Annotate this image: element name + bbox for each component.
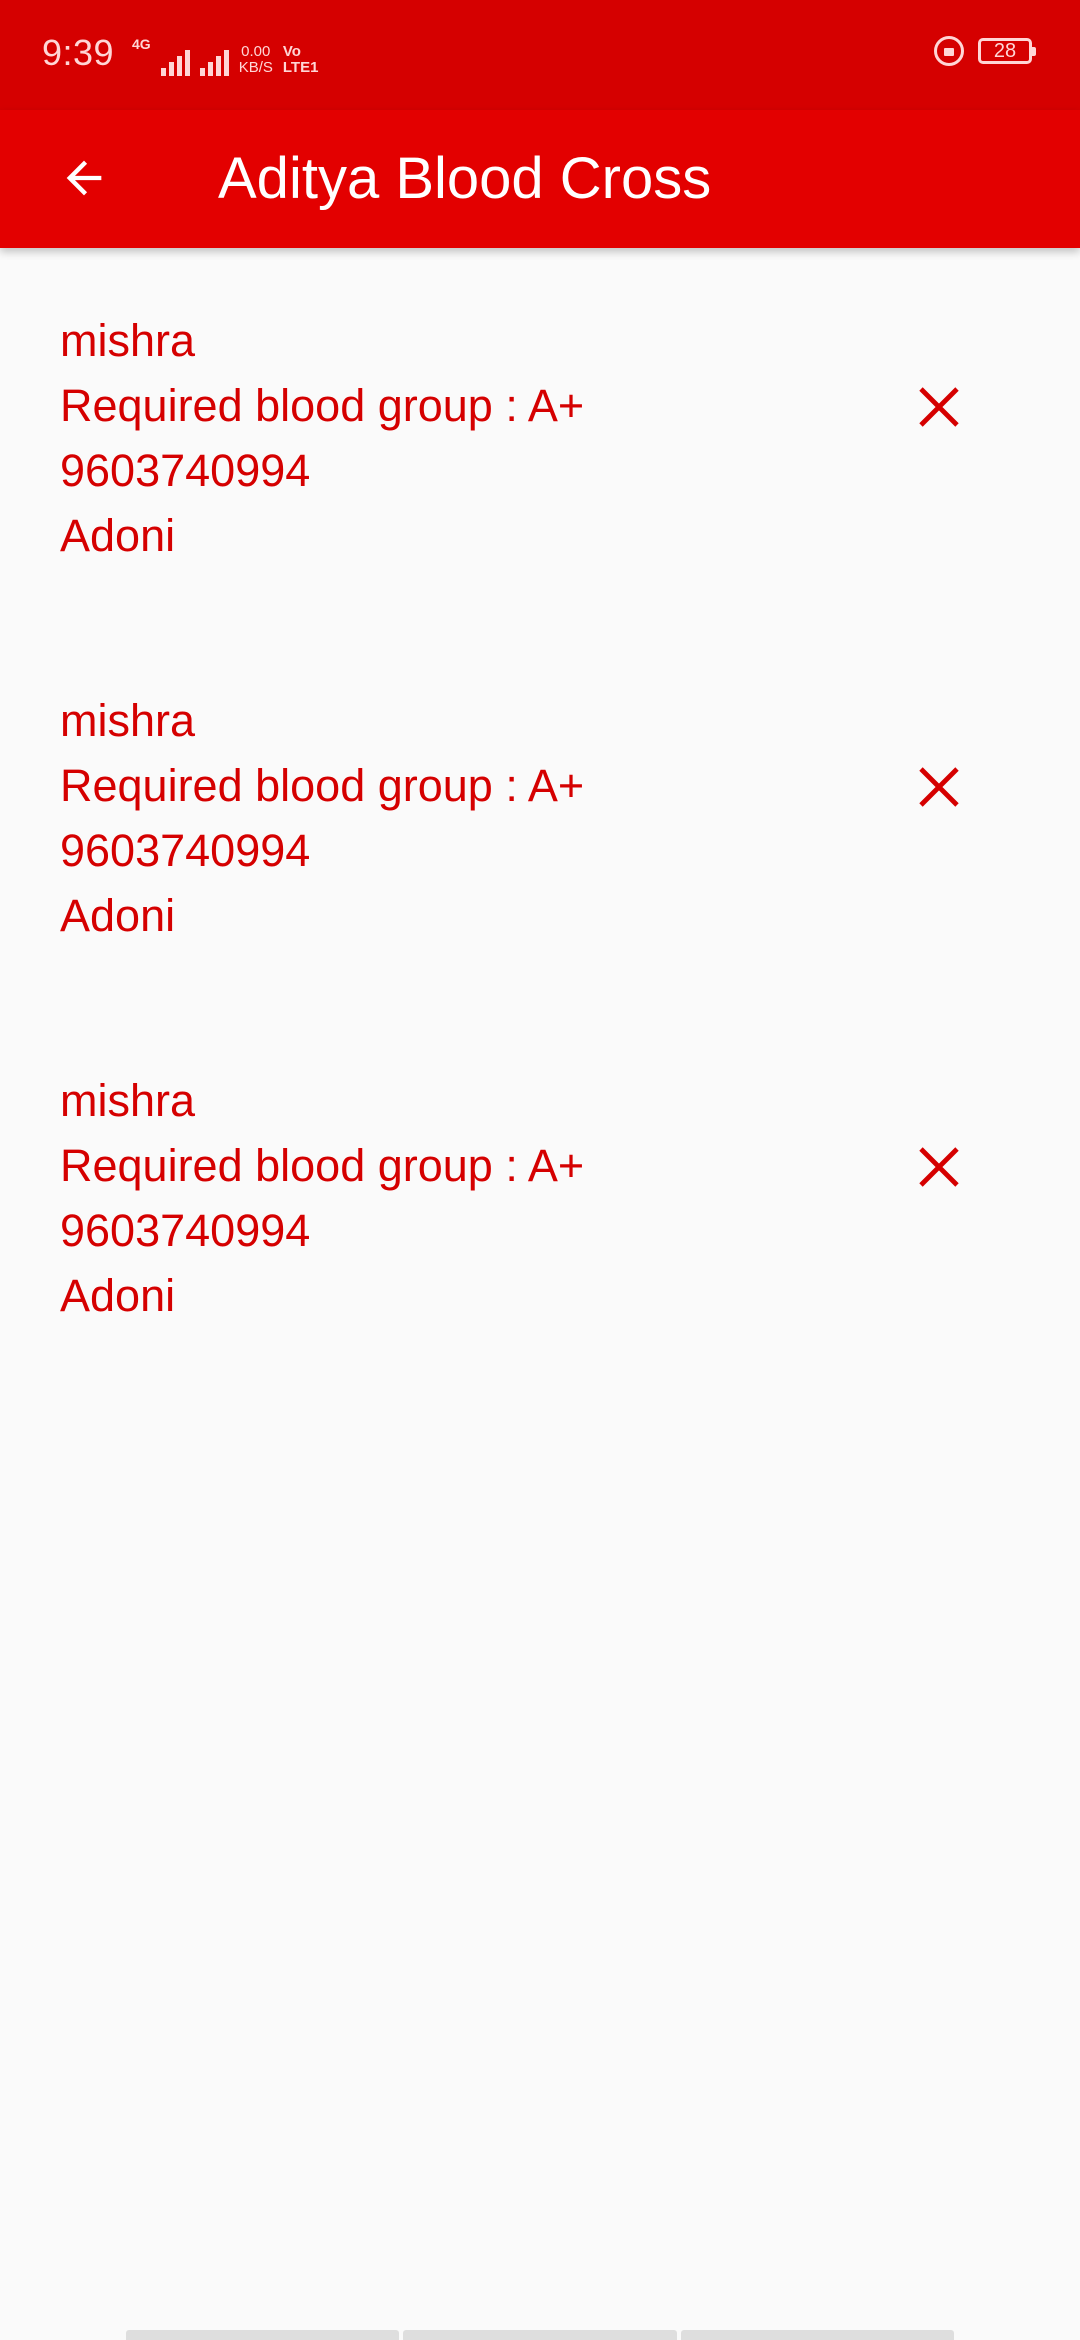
phone-number: 9603740994: [60, 825, 311, 876]
request-details: mishra Required blood group : A+ 9603740…: [60, 688, 584, 948]
signal-sim1-icon: [160, 48, 190, 76]
list-item: mishra Required blood group : A+ 9603740…: [0, 248, 1080, 628]
nav-segment-center[interactable]: [403, 2330, 677, 2340]
phone-number: 9603740994: [60, 445, 311, 496]
status-icons-left: 4G 0.00 KB/S Vo LTE1: [132, 36, 318, 76]
navigation-gesture-bar[interactable]: [126, 2330, 954, 2340]
close-icon: [919, 1147, 959, 1187]
phone-number: 9603740994: [60, 1205, 311, 1256]
requester-name: mishra: [60, 1075, 196, 1126]
delete-request-button[interactable]: [900, 368, 978, 446]
nav-segment-right[interactable]: [680, 2330, 954, 2340]
requester-name: mishra: [60, 315, 196, 366]
delete-request-button[interactable]: [900, 1128, 978, 1206]
blood-group-requirement: Required blood group : A+: [60, 1140, 585, 1191]
battery-icon: 28: [978, 38, 1036, 64]
requester-name: mishra: [60, 695, 196, 746]
data-speed: 0.00 KB/S: [239, 44, 273, 76]
volte-bottom: LTE1: [282, 59, 319, 76]
data-speed-value: 0.00: [241, 43, 271, 60]
data-speed-unit: KB/S: [238, 59, 273, 76]
close-icon: [919, 387, 959, 427]
delete-request-button[interactable]: [900, 748, 978, 826]
arrow-left-icon: [66, 160, 102, 196]
network-type: 4G: [132, 36, 151, 52]
location: Adoni: [60, 1270, 176, 1321]
location: Adoni: [60, 890, 176, 941]
status-bar: 9:39 4G 0.00 KB/S Vo LTE1 28: [0, 0, 1080, 110]
request-details: mishra Required blood group : A+ 9603740…: [60, 308, 584, 568]
battery-level: 28: [993, 40, 1017, 62]
nav-segment-left[interactable]: [126, 2330, 400, 2340]
blood-request-list: mishra Required blood group : A+ 9603740…: [0, 248, 1080, 1388]
blood-group-requirement: Required blood group : A+: [60, 760, 585, 811]
close-icon: [919, 767, 959, 807]
rotation-lock-icon: [934, 36, 964, 66]
back-button[interactable]: [42, 136, 126, 220]
volte-top: Vo: [282, 43, 301, 60]
signal-sim2-icon: [199, 48, 229, 76]
status-time: 9:39: [42, 32, 115, 73]
list-item: mishra Required blood group : A+ 9603740…: [0, 1008, 1080, 1388]
app-bar: Aditya Blood Cross: [0, 110, 1080, 248]
blood-group-requirement: Required blood group : A+: [60, 380, 585, 431]
location: Adoni: [60, 510, 176, 561]
request-details: mishra Required blood group : A+ 9603740…: [60, 1068, 584, 1328]
volte-indicator: Vo LTE1: [283, 44, 319, 76]
status-icons-right: 28: [934, 36, 1036, 66]
page-title: Aditya Blood Cross: [218, 146, 712, 211]
list-item: mishra Required blood group : A+ 9603740…: [0, 628, 1080, 1008]
